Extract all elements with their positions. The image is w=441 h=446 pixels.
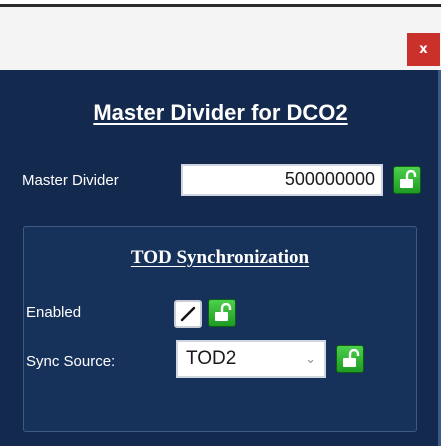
master-divider-label: Master Divider [22, 172, 119, 189]
unlock-icon [215, 303, 232, 321]
tod-sync-title: TOD Synchronization [130, 247, 310, 268]
chevron-down-icon: ⌄ [305, 351, 316, 366]
enabled-lock-button[interactable] [208, 299, 236, 327]
title-bar: x [0, 7, 441, 70]
sync-source-label: Sync Source: [26, 353, 116, 370]
unlock-icon [400, 170, 417, 188]
panel-title: Master Divider for DCO2 [93, 100, 348, 125]
unlock-icon [343, 349, 360, 367]
master-divider-lock-button[interactable] [393, 166, 421, 194]
tod-synchronization-group: TOD Synchronization Enabled Sync Source:… [23, 226, 417, 432]
checkmark-icon [180, 306, 196, 322]
master-divider-panel: Master Divider for DCO2 Master Divider 5… [0, 70, 441, 446]
sync-source-lock-button[interactable] [336, 345, 364, 373]
close-button[interactable]: x [407, 33, 440, 66]
sync-source-value: TOD2 [186, 348, 237, 369]
sync-source-select[interactable]: TOD2 ⌄ [176, 340, 326, 378]
close-icon: x [419, 42, 428, 57]
enabled-label: Enabled [26, 304, 82, 321]
master-divider-input[interactable]: 500000000 [181, 164, 383, 196]
enabled-checkbox[interactable] [174, 300, 202, 328]
